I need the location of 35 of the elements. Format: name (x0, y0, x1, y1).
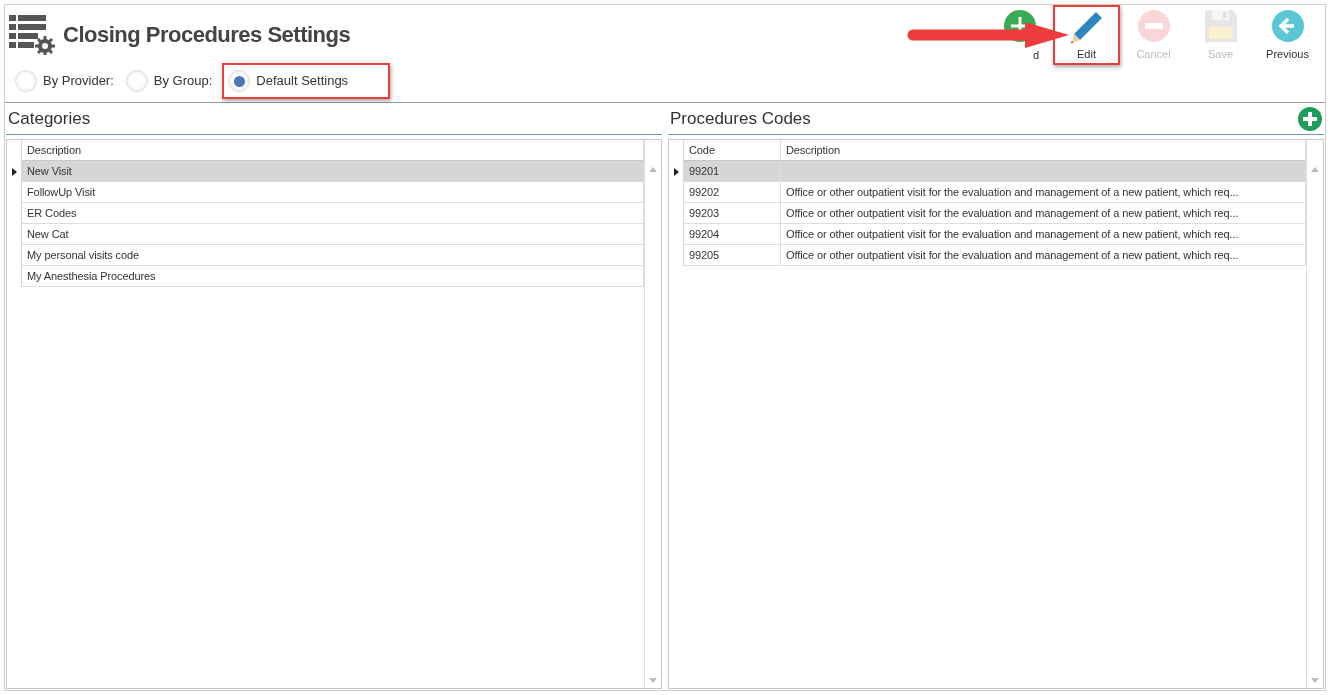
scroll-down-icon[interactable] (649, 677, 657, 683)
table-cell: Office or other outpatient visit for the evaluation and management of a new patient, which req... (781, 224, 1306, 245)
save-icon (1204, 10, 1237, 42)
section-title: Categories (8, 107, 91, 130)
table-cell: Office or other outpatient visit for the evaluation and management of a new patient, which req... (781, 203, 1306, 224)
settings-list-icon (9, 13, 55, 55)
table-cell: FollowUp Visit (22, 182, 644, 203)
edit-button[interactable]: Edit (1053, 5, 1120, 65)
minus-circle-icon (1137, 10, 1170, 42)
table-cell: 99204 (684, 224, 781, 245)
table-cell: ER Codes (22, 203, 644, 224)
pencil-icon (1069, 10, 1104, 44)
scroll-up-icon[interactable] (649, 166, 657, 172)
radio-option[interactable]: By Group: (119, 63, 219, 99)
table-cell: My personal visits code (22, 245, 644, 266)
scroll-down-icon[interactable] (1311, 677, 1319, 683)
table-cell: 99203 (684, 203, 781, 224)
column-header[interactable]: Description (22, 140, 644, 161)
column-header[interactable]: Code (684, 140, 781, 161)
window-title: Closing Procedures Settings (63, 20, 351, 49)
section-title: Procedures Codes (670, 107, 811, 130)
radio-option[interactable]: By Provider: (9, 63, 120, 99)
table-cell: 99201 (684, 161, 781, 182)
previous-button[interactable]: Previous (1254, 5, 1321, 65)
table-cell: Office or other outpatient visit for the evaluation and management of a new patient, which req... (781, 182, 1306, 203)
table-cell: My Anesthesia Procedures (22, 266, 644, 287)
table-cell: New Cat (22, 224, 644, 245)
scroll-up-icon[interactable] (1311, 166, 1319, 172)
table-cell: Office or other outpatient visit for the evaluation and management of a new patient, which req... (781, 245, 1306, 266)
table-cell: 99205 (684, 245, 781, 266)
column-header[interactable]: Description (781, 140, 1306, 161)
radio-option[interactable]: Default Settings (222, 63, 391, 99)
table-cell: 99202 (684, 182, 781, 203)
table-cell: New Visit (22, 161, 644, 182)
add-icon[interactable] (1298, 107, 1322, 132)
